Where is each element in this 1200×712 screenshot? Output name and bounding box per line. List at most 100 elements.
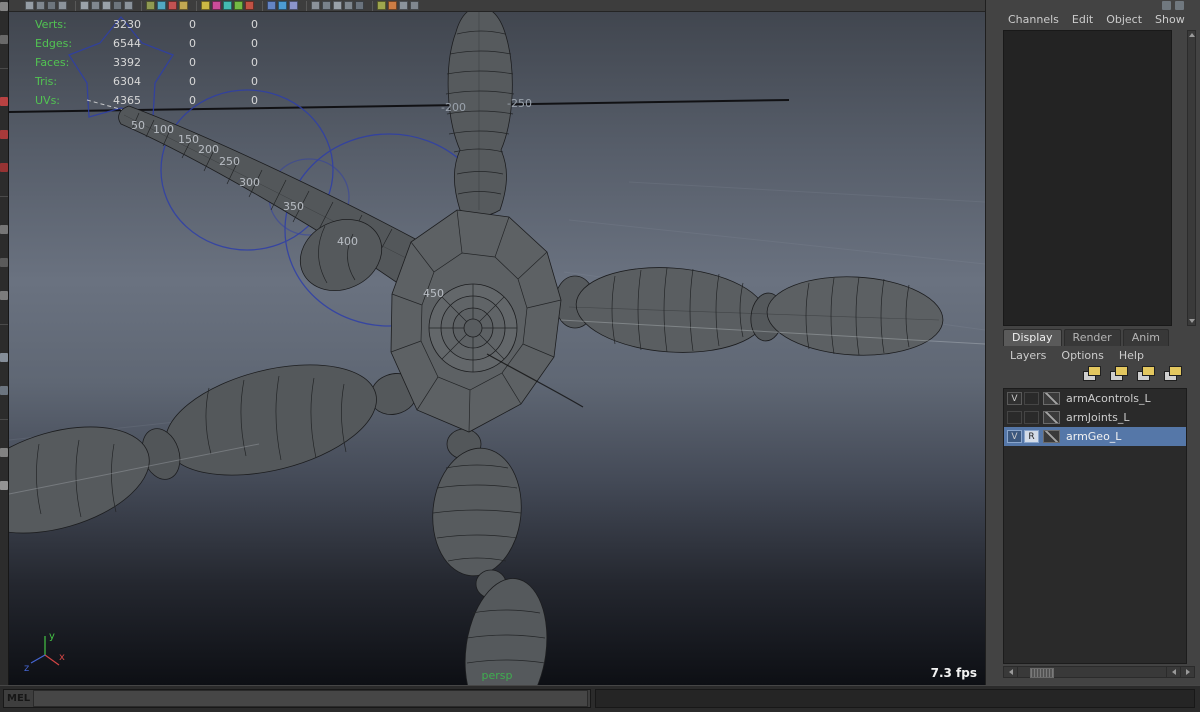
toolbar-icon[interactable] — [58, 1, 67, 10]
tool-icon[interactable] — [0, 130, 8, 139]
toolbar-icon[interactable] — [245, 1, 254, 10]
toolbar-icon[interactable] — [377, 1, 386, 10]
menu-object[interactable]: Object — [1106, 13, 1142, 29]
tool-icon[interactable] — [0, 35, 8, 44]
toolbar-icon[interactable] — [278, 1, 287, 10]
channel-box-scrollbar[interactable] — [1187, 30, 1196, 326]
toolbar-icon[interactable] — [157, 1, 166, 10]
toolbar-icon[interactable] — [388, 1, 397, 10]
scroll-down-icon[interactable] — [1188, 319, 1195, 323]
move-layer-up-icon[interactable] — [1082, 366, 1101, 381]
toolbar-icon[interactable] — [80, 1, 89, 10]
layer-color-swatch[interactable] — [1043, 411, 1060, 424]
menu-show[interactable]: Show — [1155, 13, 1185, 29]
create-empty-layer-icon[interactable] — [1136, 366, 1155, 381]
command-line-input[interactable] — [33, 690, 588, 707]
tool-icon[interactable] — [0, 258, 8, 267]
layer-visibility-toggle[interactable]: V — [1007, 392, 1022, 405]
panel-menu-icon[interactable] — [1162, 1, 1171, 10]
layer-row-selected[interactable]: V R armGeo_L — [1004, 427, 1186, 446]
toolbar-icon[interactable] — [102, 1, 111, 10]
tab-anim[interactable]: Anim — [1122, 329, 1169, 346]
layer-visibility-toggle[interactable] — [1007, 411, 1022, 424]
scroll-right-icon[interactable] — [1180, 667, 1194, 677]
hud-stat-label: UVs: — [35, 94, 61, 107]
toolbar-icon[interactable] — [267, 1, 276, 10]
toolbar-icon[interactable] — [47, 1, 56, 10]
scroll-thumb[interactable] — [1030, 668, 1054, 678]
toolbar-icon[interactable] — [36, 1, 45, 10]
tool-icon[interactable] — [0, 353, 8, 362]
viewport-3d[interactable]: 50 100 150 200 250 300 350 400 450 -200 … — [9, 12, 985, 685]
tool-icon[interactable] — [0, 291, 8, 300]
curve-label: 300 — [239, 176, 260, 189]
menu-layers[interactable]: Layers — [1010, 349, 1046, 362]
scroll-up-icon[interactable] — [1188, 33, 1195, 37]
toolbar-icon[interactable] — [212, 1, 221, 10]
tool-icon[interactable] — [0, 163, 8, 172]
layer-mode-toggle[interactable]: R — [1024, 430, 1039, 443]
toolbar-icon[interactable] — [234, 1, 243, 10]
toolbar-icon[interactable] — [91, 1, 100, 10]
toolbar-icon[interactable] — [146, 1, 155, 10]
layer-color-swatch[interactable] — [1043, 430, 1060, 443]
menu-options[interactable]: Options — [1061, 349, 1103, 362]
scroll-left-icon[interactable] — [1004, 667, 1018, 677]
layer-row[interactable]: armJoints_L — [1004, 408, 1186, 427]
toolbar-separator — [71, 0, 76, 11]
toolbar-icon[interactable] — [168, 1, 177, 10]
toolbar-icon[interactable] — [25, 1, 34, 10]
tool-icon[interactable] — [0, 97, 8, 106]
toolbar-icon[interactable] — [344, 1, 353, 10]
channel-box-list[interactable] — [1003, 30, 1172, 326]
toolbar-icon[interactable] — [113, 1, 122, 10]
hud-stat-label: Edges: — [35, 37, 73, 50]
toolbar-icon[interactable] — [322, 1, 331, 10]
scroll-track[interactable] — [1018, 667, 1166, 678]
toolbar-icon[interactable] — [311, 1, 320, 10]
toolbar-icon[interactable] — [289, 1, 298, 10]
toolbar-icon[interactable] — [223, 1, 232, 10]
axis-y-label: y — [49, 631, 55, 642]
channel-box-layer-editor: Channels Edit Object Show Display Render… — [985, 0, 1200, 685]
menu-edit[interactable]: Edit — [1072, 13, 1093, 29]
layer-visibility-toggle[interactable]: V — [1007, 430, 1022, 443]
tab-render[interactable]: Render — [1063, 329, 1121, 346]
tab-display[interactable]: Display — [1003, 329, 1062, 346]
layer-editor-menubar: Layers Options Help — [1010, 349, 1144, 362]
tool-icon[interactable] — [0, 225, 8, 234]
layer-mode-toggle[interactable] — [1024, 411, 1039, 424]
command-language-label[interactable]: MEL — [4, 693, 33, 704]
toolbox-sidebar[interactable] — [0, 0, 9, 685]
menu-help[interactable]: Help — [1119, 349, 1144, 362]
hud-stat-label: Tris: — [35, 75, 58, 88]
layer-color-swatch[interactable] — [1043, 392, 1060, 405]
help-icon[interactable] — [1175, 1, 1184, 10]
move-layer-down-icon[interactable] — [1109, 366, 1128, 381]
tool-icon[interactable] — [0, 2, 8, 11]
create-layer-from-selected-icon[interactable] — [1163, 366, 1182, 381]
maya-window: 50 100 150 200 250 300 350 400 450 -200 … — [0, 0, 1200, 712]
status-line-toolbar[interactable] — [9, 0, 985, 12]
toolbar-icon[interactable] — [355, 1, 364, 10]
layer-mode-toggle[interactable] — [1024, 392, 1039, 405]
hud-stat-value: 3230 — [113, 18, 141, 31]
hud-stat-value: 6544 — [113, 37, 141, 50]
hud-stat-value: 6304 — [113, 75, 141, 88]
tool-icon[interactable] — [0, 386, 8, 395]
layer-list-scrollbar[interactable] — [1003, 666, 1195, 678]
scroll-left-icon[interactable] — [1166, 667, 1180, 677]
menu-channels[interactable]: Channels — [1008, 13, 1059, 29]
toolbar-icon[interactable] — [179, 1, 188, 10]
tool-icon[interactable] — [0, 481, 8, 490]
toolbar-icon[interactable] — [333, 1, 342, 10]
toolbar-icon[interactable] — [124, 1, 133, 10]
character-mesh[interactable] — [9, 12, 945, 685]
viewport-canvas[interactable]: 50 100 150 200 250 300 350 400 450 -200 … — [9, 12, 985, 685]
toolbar-icon[interactable] — [399, 1, 408, 10]
tool-icon[interactable] — [0, 448, 8, 457]
toolbar-icon[interactable] — [410, 1, 419, 10]
toolbar-icon[interactable] — [201, 1, 210, 10]
layer-row[interactable]: V armAcontrols_L — [1004, 389, 1186, 408]
hud-row: UVs: 4365 0 0 — [9, 91, 291, 110]
